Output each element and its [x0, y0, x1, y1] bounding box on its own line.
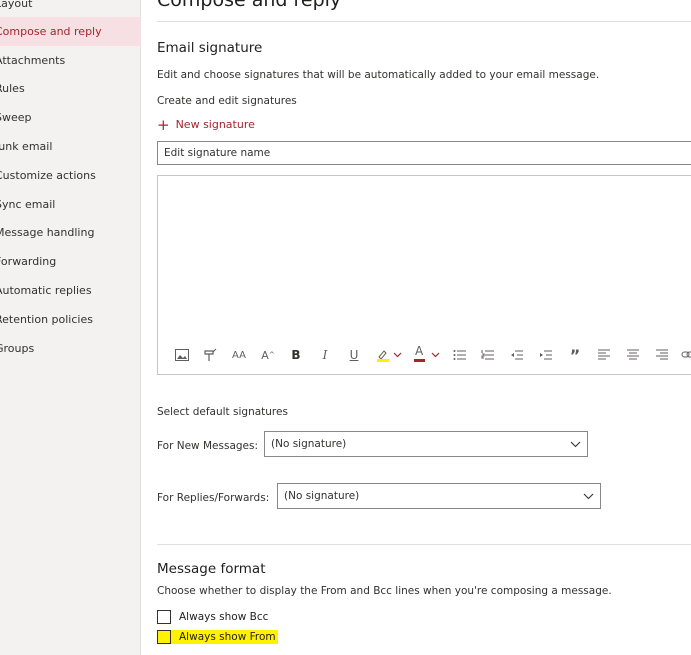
sidebar-item-message-handling[interactable]: Message handling — [0, 218, 141, 247]
decrease-indent-icon[interactable] — [509, 344, 525, 366]
settings-sidebar: Layout Compose and reply Attachments Rul… — [0, 0, 141, 655]
new-signature-label: New signature — [175, 118, 255, 131]
sidebar-item-label: Sweep — [0, 111, 32, 124]
sidebar-item-label: Groups — [0, 342, 35, 355]
bullets-icon[interactable] — [452, 344, 468, 366]
insert-picture-icon[interactable] — [174, 344, 190, 366]
settings-main: Compose and reply Email signature Edit a… — [141, 0, 691, 655]
format-painter-icon[interactable] — [202, 344, 218, 366]
grow-font-icon[interactable]: A ^ — [260, 344, 276, 366]
align-right-icon[interactable] — [654, 344, 670, 366]
new-messages-label: For New Messages: — [157, 440, 259, 452]
replies-forwards-signature-select[interactable]: (No signature) — [277, 483, 601, 509]
sidebar-item-label: Retention policies — [0, 313, 93, 326]
sidebar-item-label: Automatic replies — [0, 284, 92, 297]
bold-icon[interactable]: B — [288, 344, 304, 366]
sidebar-item-sync-email[interactable]: Sync email — [0, 190, 141, 219]
sidebar-item-automatic-replies[interactable]: Automatic replies — [0, 276, 141, 305]
message-format-description: Choose whether to display the From and B… — [157, 585, 612, 597]
sidebar-item-label: Layout — [0, 0, 33, 10]
sidebar-item-attachments[interactable]: Attachments — [0, 46, 141, 75]
new-signature-button[interactable]: + New signature — [157, 116, 255, 134]
always-show-bcc-label: Always show Bcc — [179, 611, 269, 623]
section-divider — [157, 544, 691, 545]
align-center-icon[interactable] — [625, 344, 641, 366]
grow-font-glyph: A — [261, 348, 269, 362]
sidebar-item-label: Rules — [0, 82, 25, 95]
sidebar-item-sweep[interactable]: Sweep — [0, 103, 141, 132]
signature-name-input[interactable] — [157, 141, 691, 165]
new-messages-value: (No signature) — [271, 438, 347, 450]
align-left-icon[interactable] — [596, 344, 612, 366]
sidebar-item-retention-policies[interactable]: Retention policies — [0, 305, 141, 334]
sidebar-item-customize-actions[interactable]: Customize actions — [0, 161, 141, 190]
always-show-from-checkbox[interactable]: Always show From — [157, 630, 278, 644]
formatting-toolbar: AA A ^ B I U A ” — [158, 344, 691, 366]
font-size-icon[interactable]: AA — [231, 344, 247, 366]
message-format-heading: Message format — [157, 561, 266, 577]
sidebar-item-label: Forwarding — [0, 255, 57, 268]
quote-icon[interactable]: ” — [567, 344, 583, 366]
sidebar-item-label: Attachments — [0, 54, 66, 67]
sidebar-item-compose-and-reply[interactable]: Compose and reply — [0, 17, 141, 46]
sidebar-item-label: Compose and reply — [0, 25, 102, 38]
italic-icon[interactable]: I — [317, 344, 333, 366]
signature-editor[interactable]: AA A ^ B I U A ” — [157, 175, 691, 375]
sidebar-item-forwarding[interactable]: Forwarding — [0, 247, 141, 276]
sidebar-item-rules[interactable]: Rules — [0, 74, 141, 103]
sidebar-item-groups[interactable]: Groups — [0, 334, 141, 363]
always-show-bcc-checkbox[interactable]: Always show Bcc — [157, 610, 268, 624]
chevron-down-icon — [583, 484, 594, 517]
underline-icon[interactable]: U — [346, 344, 362, 366]
page-title: Compose and reply — [157, 0, 342, 11]
plus-icon: + — [157, 116, 170, 134]
sidebar-item-label: Sync email — [0, 198, 56, 211]
create-signatures-label: Create and edit signatures — [157, 95, 297, 107]
increase-indent-icon[interactable] — [538, 344, 554, 366]
title-divider — [157, 21, 691, 22]
email-signature-description: Edit and choose signatures that will be … — [157, 69, 600, 81]
default-signatures-heading: Select default signatures — [157, 406, 288, 418]
sidebar-item-junk-email[interactable]: Junk email — [0, 132, 141, 161]
grow-font-caret: ^ — [268, 351, 275, 359]
insert-link-icon[interactable] — [680, 344, 691, 366]
sidebar-item-label: Customize actions — [0, 169, 96, 182]
numbering-icon[interactable] — [480, 344, 496, 366]
replies-forwards-label: For Replies/Forwards: — [157, 492, 270, 504]
checkbox-box[interactable] — [157, 610, 171, 624]
font-color-glyph: A — [415, 344, 424, 358]
highlight-icon[interactable] — [375, 344, 405, 366]
font-color-icon[interactable]: A — [412, 344, 444, 366]
sidebar-item-label: Junk email — [0, 140, 53, 153]
always-show-from-label: Always show From — [179, 631, 276, 643]
checkbox-box[interactable] — [157, 630, 171, 644]
sidebar-item-layout[interactable]: Layout — [0, 0, 141, 18]
replies-forwards-value: (No signature) — [284, 490, 360, 502]
sidebar-item-label: Message handling — [0, 226, 95, 239]
chevron-down-icon — [570, 432, 581, 465]
email-signature-heading: Email signature — [157, 40, 263, 56]
new-messages-signature-select[interactable]: (No signature) — [264, 431, 588, 457]
